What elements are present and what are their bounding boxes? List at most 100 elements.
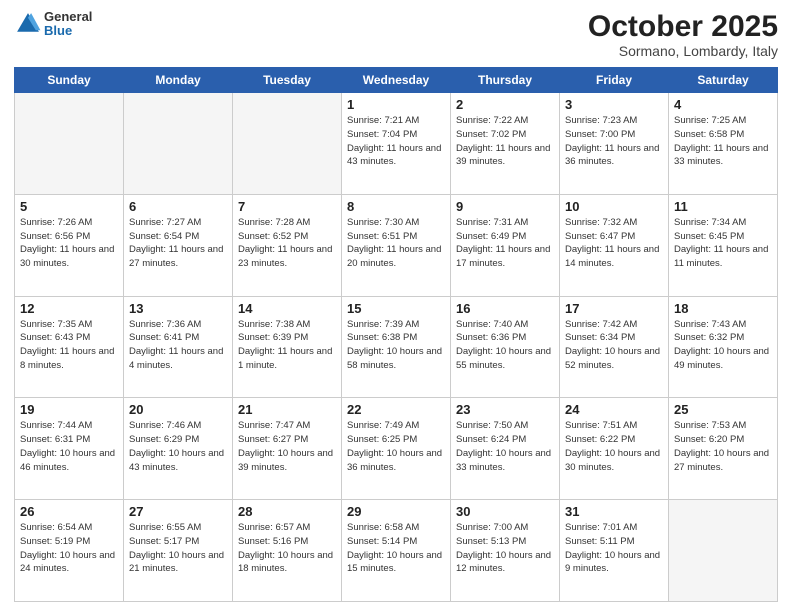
calendar-cell <box>233 93 342 195</box>
calendar-cell: 16Sunrise: 7:40 AM Sunset: 6:36 PM Dayli… <box>451 296 560 398</box>
calendar-cell: 19 Sunrise: 7:44 AM Sunset: 6:31 PM Dayli… <box>15 398 124 500</box>
day-number: 3 <box>565 97 663 112</box>
day-info: Sunrise: 7:44 AM Sunset: 6:31 PM Dayligh… <box>20 419 118 474</box>
day-info: Sunrise: 6:55 AM Sunset: 5:17 PM Dayligh… <box>129 521 227 576</box>
day-info: Sunrise: 7:46 AM Sunset: 6:29 PM Dayligh… <box>129 419 227 474</box>
week-row-5: 26Sunrise: 6:54 AM Sunset: 5:19 PM Dayli… <box>15 500 778 602</box>
calendar-cell <box>669 500 778 602</box>
day-number: 29 <box>347 504 445 519</box>
calendar-cell: 9 Sunrise: 7:31 AM Sunset: 6:49 PM Daylig… <box>451 194 560 296</box>
day-number: 2 <box>456 97 554 112</box>
day-info: Sunrise: 7:40 AM Sunset: 6:36 PM Dayligh… <box>456 318 554 373</box>
calendar-cell: 8 Sunrise: 7:30 AM Sunset: 6:51 PM Daylig… <box>342 194 451 296</box>
day-number: 17 <box>565 301 663 316</box>
calendar-cell: 11Sunrise: 7:34 AM Sunset: 6:45 PM Dayli… <box>669 194 778 296</box>
day-info: Sunrise: 7:47 AM Sunset: 6:27 PM Dayligh… <box>238 419 336 474</box>
calendar-cell: 23Sunrise: 7:50 AM Sunset: 6:24 PM Dayli… <box>451 398 560 500</box>
day-info: Sunrise: 7:01 AM Sunset: 5:11 PM Dayligh… <box>565 521 663 576</box>
calendar-cell: 27 Sunrise: 6:55 AM Sunset: 5:17 PM Dayli… <box>124 500 233 602</box>
calendar-cell: 14 Sunrise: 7:38 AM Sunset: 6:39 PM Dayli… <box>233 296 342 398</box>
header-monday: Monday <box>124 68 233 93</box>
header-tuesday: Tuesday <box>233 68 342 93</box>
day-number: 14 <box>238 301 336 316</box>
day-info: Sunrise: 6:58 AM Sunset: 5:14 PM Dayligh… <box>347 521 445 576</box>
day-info: Sunrise: 7:51 AM Sunset: 6:22 PM Dayligh… <box>565 419 663 474</box>
calendar-cell: 6 Sunrise: 7:27 AM Sunset: 6:54 PM Daylig… <box>124 194 233 296</box>
title-block: October 2025 Sormano, Lombardy, Italy <box>588 10 778 59</box>
day-number: 25 <box>674 402 772 417</box>
header-friday: Friday <box>560 68 669 93</box>
day-number: 5 <box>20 199 118 214</box>
calendar-cell: 10Sunrise: 7:32 AM Sunset: 6:47 PM Dayli… <box>560 194 669 296</box>
day-number: 18 <box>674 301 772 316</box>
header-thursday: Thursday <box>451 68 560 93</box>
day-info: Sunrise: 7:34 AM Sunset: 6:45 PM Dayligh… <box>674 216 772 271</box>
weekday-header-row: Sunday Monday Tuesday Wednesday Thursday… <box>15 68 778 93</box>
day-number: 9 <box>456 199 554 214</box>
calendar-cell: 24 Sunrise: 7:51 AM Sunset: 6:22 PM Dayli… <box>560 398 669 500</box>
calendar-cell: 3 Sunrise: 7:23 AM Sunset: 7:00 PM Daylig… <box>560 93 669 195</box>
day-info: Sunrise: 7:39 AM Sunset: 6:38 PM Dayligh… <box>347 318 445 373</box>
day-number: 8 <box>347 199 445 214</box>
day-number: 7 <box>238 199 336 214</box>
logo-text: General Blue <box>44 10 92 39</box>
calendar-cell: 22 Sunrise: 7:49 AM Sunset: 6:25 PM Dayli… <box>342 398 451 500</box>
day-number: 31 <box>565 504 663 519</box>
day-number: 19 <box>20 402 118 417</box>
calendar-cell: 2 Sunrise: 7:22 AM Sunset: 7:02 PM Daylig… <box>451 93 560 195</box>
day-info: Sunrise: 7:23 AM Sunset: 7:00 PM Dayligh… <box>565 114 663 169</box>
week-row-1: 1Sunrise: 7:21 AM Sunset: 7:04 PM Daylig… <box>15 93 778 195</box>
day-number: 4 <box>674 97 772 112</box>
calendar-cell: 13 Sunrise: 7:36 AM Sunset: 6:41 PM Dayli… <box>124 296 233 398</box>
day-info: Sunrise: 7:50 AM Sunset: 6:24 PM Dayligh… <box>456 419 554 474</box>
calendar-table: Sunday Monday Tuesday Wednesday Thursday… <box>14 67 778 602</box>
calendar-title: October 2025 <box>588 10 778 43</box>
day-number: 22 <box>347 402 445 417</box>
week-row-4: 19 Sunrise: 7:44 AM Sunset: 6:31 PM Dayli… <box>15 398 778 500</box>
day-info: Sunrise: 7:32 AM Sunset: 6:47 PM Dayligh… <box>565 216 663 271</box>
calendar-cell: 4Sunrise: 7:25 AM Sunset: 6:58 PM Daylig… <box>669 93 778 195</box>
calendar-cell: 25Sunrise: 7:53 AM Sunset: 6:20 PM Dayli… <box>669 398 778 500</box>
day-info: Sunrise: 7:27 AM Sunset: 6:54 PM Dayligh… <box>129 216 227 271</box>
logo-blue-text: Blue <box>44 24 92 38</box>
day-number: 15 <box>347 301 445 316</box>
day-info: Sunrise: 7:30 AM Sunset: 6:51 PM Dayligh… <box>347 216 445 271</box>
calendar-cell: 5Sunrise: 7:26 AM Sunset: 6:56 PM Daylig… <box>15 194 124 296</box>
week-row-3: 12Sunrise: 7:35 AM Sunset: 6:43 PM Dayli… <box>15 296 778 398</box>
week-row-2: 5Sunrise: 7:26 AM Sunset: 6:56 PM Daylig… <box>15 194 778 296</box>
calendar-cell <box>15 93 124 195</box>
calendar-cell: 29 Sunrise: 6:58 AM Sunset: 5:14 PM Dayli… <box>342 500 451 602</box>
header-saturday: Saturday <box>669 68 778 93</box>
day-info: Sunrise: 7:49 AM Sunset: 6:25 PM Dayligh… <box>347 419 445 474</box>
day-info: Sunrise: 7:43 AM Sunset: 6:32 PM Dayligh… <box>674 318 772 373</box>
calendar-cell: 30Sunrise: 7:00 AM Sunset: 5:13 PM Dayli… <box>451 500 560 602</box>
logo: General Blue <box>14 10 92 39</box>
page: General Blue October 2025 Sormano, Lomba… <box>0 0 792 612</box>
calendar-cell: 17 Sunrise: 7:42 AM Sunset: 6:34 PM Dayli… <box>560 296 669 398</box>
day-number: 27 <box>129 504 227 519</box>
day-number: 24 <box>565 402 663 417</box>
day-info: Sunrise: 7:38 AM Sunset: 6:39 PM Dayligh… <box>238 318 336 373</box>
calendar-cell: 15 Sunrise: 7:39 AM Sunset: 6:38 PM Dayli… <box>342 296 451 398</box>
day-info: Sunrise: 6:57 AM Sunset: 5:16 PM Dayligh… <box>238 521 336 576</box>
header-wednesday: Wednesday <box>342 68 451 93</box>
logo-general-text: General <box>44 10 92 24</box>
day-number: 13 <box>129 301 227 316</box>
calendar-cell: 26Sunrise: 6:54 AM Sunset: 5:19 PM Dayli… <box>15 500 124 602</box>
day-number: 6 <box>129 199 227 214</box>
day-number: 1 <box>347 97 445 112</box>
day-info: Sunrise: 7:00 AM Sunset: 5:13 PM Dayligh… <box>456 521 554 576</box>
day-info: Sunrise: 7:31 AM Sunset: 6:49 PM Dayligh… <box>456 216 554 271</box>
day-info: Sunrise: 7:42 AM Sunset: 6:34 PM Dayligh… <box>565 318 663 373</box>
day-number: 20 <box>129 402 227 417</box>
header-sunday: Sunday <box>15 68 124 93</box>
day-info: Sunrise: 7:22 AM Sunset: 7:02 PM Dayligh… <box>456 114 554 169</box>
day-info: Sunrise: 7:36 AM Sunset: 6:41 PM Dayligh… <box>129 318 227 373</box>
header: General Blue October 2025 Sormano, Lomba… <box>14 10 778 59</box>
day-number: 12 <box>20 301 118 316</box>
calendar-location: Sormano, Lombardy, Italy <box>588 43 778 59</box>
calendar-cell: 28Sunrise: 6:57 AM Sunset: 5:16 PM Dayli… <box>233 500 342 602</box>
calendar-cell: 18 Sunrise: 7:43 AM Sunset: 6:32 PM Dayli… <box>669 296 778 398</box>
calendar-cell: 12Sunrise: 7:35 AM Sunset: 6:43 PM Dayli… <box>15 296 124 398</box>
day-info: Sunrise: 6:54 AM Sunset: 5:19 PM Dayligh… <box>20 521 118 576</box>
